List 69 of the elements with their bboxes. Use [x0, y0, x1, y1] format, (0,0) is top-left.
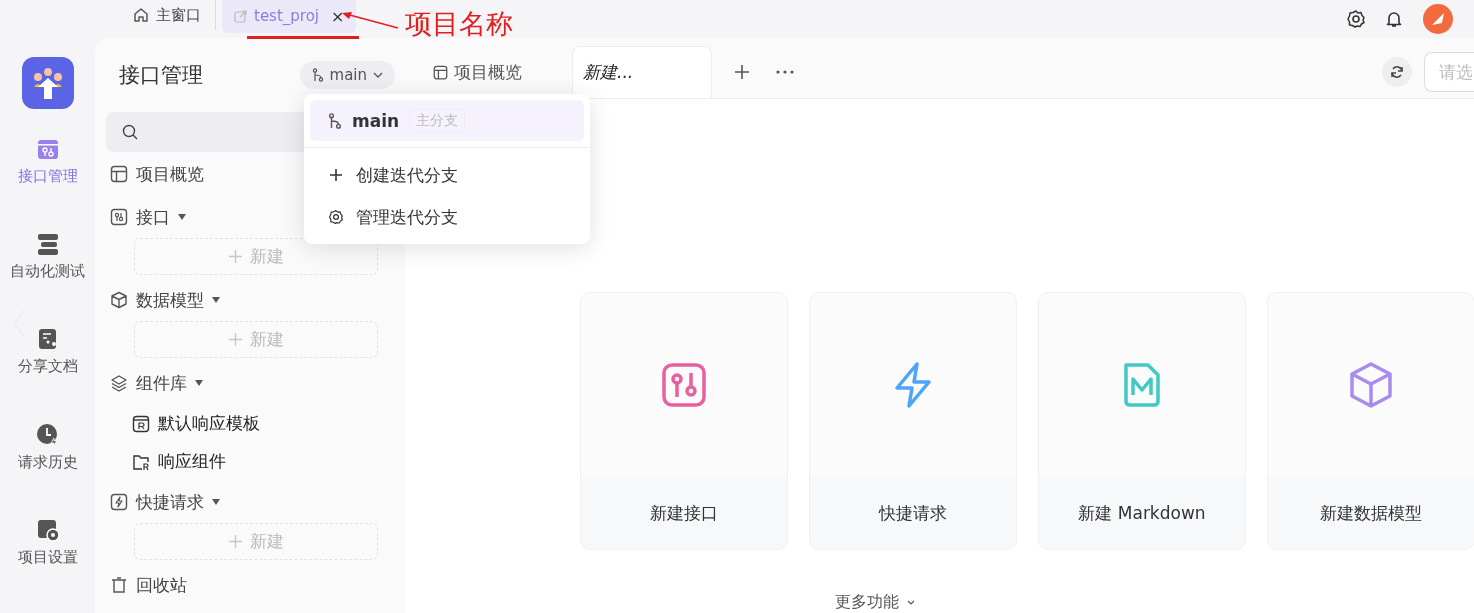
settings-icon — [328, 209, 344, 225]
card-label: 新建 Markdown — [1078, 501, 1206, 525]
layout-icon — [433, 64, 448, 80]
nav-item[interactable]: 接口管理 — [0, 137, 95, 233]
close-icon[interactable]: × — [331, 6, 345, 26]
nav-item[interactable]: 自动化测试 — [0, 232, 95, 328]
environment-select[interactable]: 请选 — [1424, 52, 1474, 92]
tree-icon — [110, 493, 128, 511]
caret-icon — [906, 600, 915, 605]
add-tab-icon[interactable] — [734, 64, 750, 80]
plus-icon — [228, 250, 242, 263]
card-label: 快捷请求 — [879, 501, 947, 525]
tree-icon — [110, 208, 128, 226]
card-label: 新建数据模型 — [1320, 501, 1422, 525]
window-tab[interactable]: test_proj × — [222, 0, 357, 33]
card-label: 新建接口 — [650, 501, 718, 525]
nav-item[interactable]: 项目设置 — [0, 517, 95, 613]
avatar-icon[interactable] — [1422, 3, 1454, 35]
nav-item[interactable]: 分享文档 — [0, 327, 95, 423]
tree-item[interactable]: 默认响应模板 — [106, 405, 260, 442]
more-icon[interactable] — [776, 70, 794, 74]
nav-item[interactable]: 请求历史 — [0, 422, 95, 518]
caret-icon — [373, 72, 383, 78]
action-card[interactable]: 快捷请求 — [809, 292, 1017, 550]
settings-icon[interactable] — [1346, 9, 1366, 29]
plus-icon — [228, 535, 242, 548]
external-link-icon — [234, 9, 248, 23]
branch-selector[interactable]: main — [299, 61, 395, 89]
tree-icon — [132, 452, 150, 471]
tree-item[interactable]: 组件库 — [106, 362, 203, 404]
menu-item[interactable]: 管理迭代分支 — [310, 196, 584, 238]
server-icon — [35, 232, 60, 257]
tree-icon — [110, 165, 128, 183]
settings-icon — [35, 517, 60, 542]
tree-item[interactable]: 接口 — [106, 196, 186, 238]
refresh-icon — [1390, 65, 1404, 79]
clock-icon — [35, 422, 60, 447]
editor-tab[interactable]: 新建... — [572, 46, 712, 98]
tree-icon — [110, 291, 128, 309]
api-icon — [35, 137, 60, 161]
branch-name: main — [352, 110, 400, 131]
window-tab[interactable]: 主窗口 — [120, 0, 216, 30]
refresh-button[interactable] — [1382, 57, 1412, 87]
branch-icon — [328, 111, 342, 130]
action-card[interactable]: 新建 Markdown — [1038, 292, 1246, 550]
tree-icon — [132, 414, 150, 433]
app-logo[interactable] — [21, 57, 74, 109]
menu-item[interactable]: main 主分支 — [310, 100, 584, 141]
tree-item[interactable]: 项目概览 — [106, 153, 204, 195]
tree-icon — [110, 576, 128, 594]
more-features-link[interactable]: 更多功能 — [834, 592, 915, 613]
plus-icon — [228, 333, 242, 346]
home-icon — [132, 6, 150, 24]
action-card[interactable]: 新建接口 — [580, 292, 788, 550]
tree-item[interactable]: 回收站 — [106, 564, 187, 606]
action-card[interactable]: 新建数据模型 — [1267, 292, 1474, 550]
tree-item[interactable]: 快捷请求 — [106, 481, 220, 523]
bell-icon[interactable] — [1384, 9, 1404, 29]
annotation-label: 项目名称 — [405, 7, 513, 41]
plus-icon — [328, 167, 344, 183]
tree-item[interactable]: 响应组件 — [106, 443, 226, 480]
branch-tag: 主分支 — [409, 108, 466, 133]
panel-title: 接口管理 — [119, 62, 203, 89]
editor-tab[interactable]: 项目概览 — [423, 46, 532, 98]
tree-icon — [110, 374, 128, 392]
tree-item[interactable]: 数据模型 — [106, 279, 220, 321]
branch-icon — [311, 68, 324, 82]
menu-item[interactable]: 创建迭代分支 — [310, 154, 584, 196]
search-icon — [122, 124, 138, 140]
